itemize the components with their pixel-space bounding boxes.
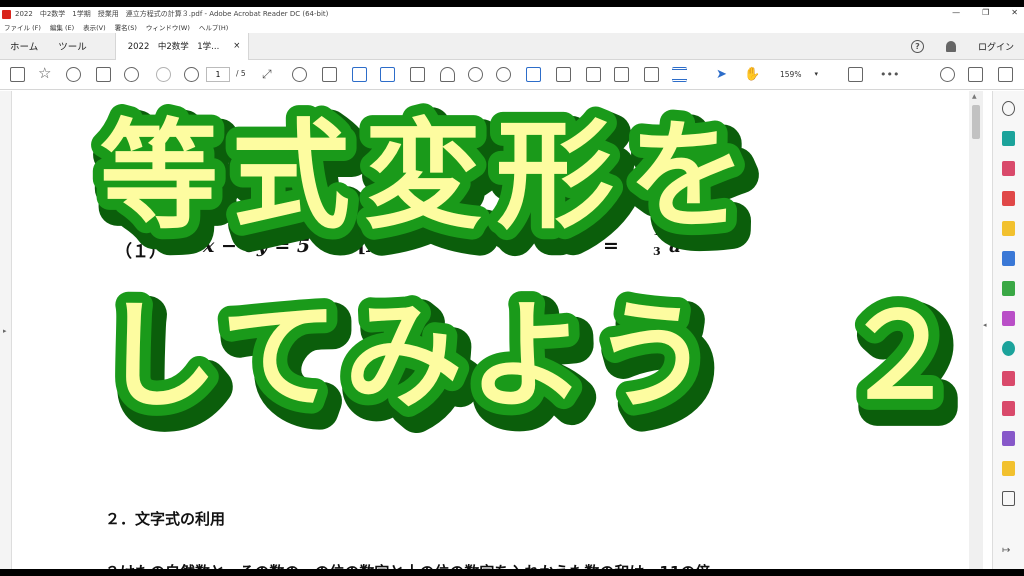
acrobat-window: 2022 中2数学 1学期 授業用 連立方程式の計算３.pdf - Adobe … bbox=[0, 7, 1024, 569]
thumbnail-title-overlay: 等式変形を等式変形を等式変形をしてみよう ２してみよう ２してみよう ２ bbox=[89, 96, 983, 452]
overlay-title-line-1: 等式変形を bbox=[100, 107, 760, 245]
overlay-title-line-2: してみよう ２ bbox=[100, 287, 964, 425]
